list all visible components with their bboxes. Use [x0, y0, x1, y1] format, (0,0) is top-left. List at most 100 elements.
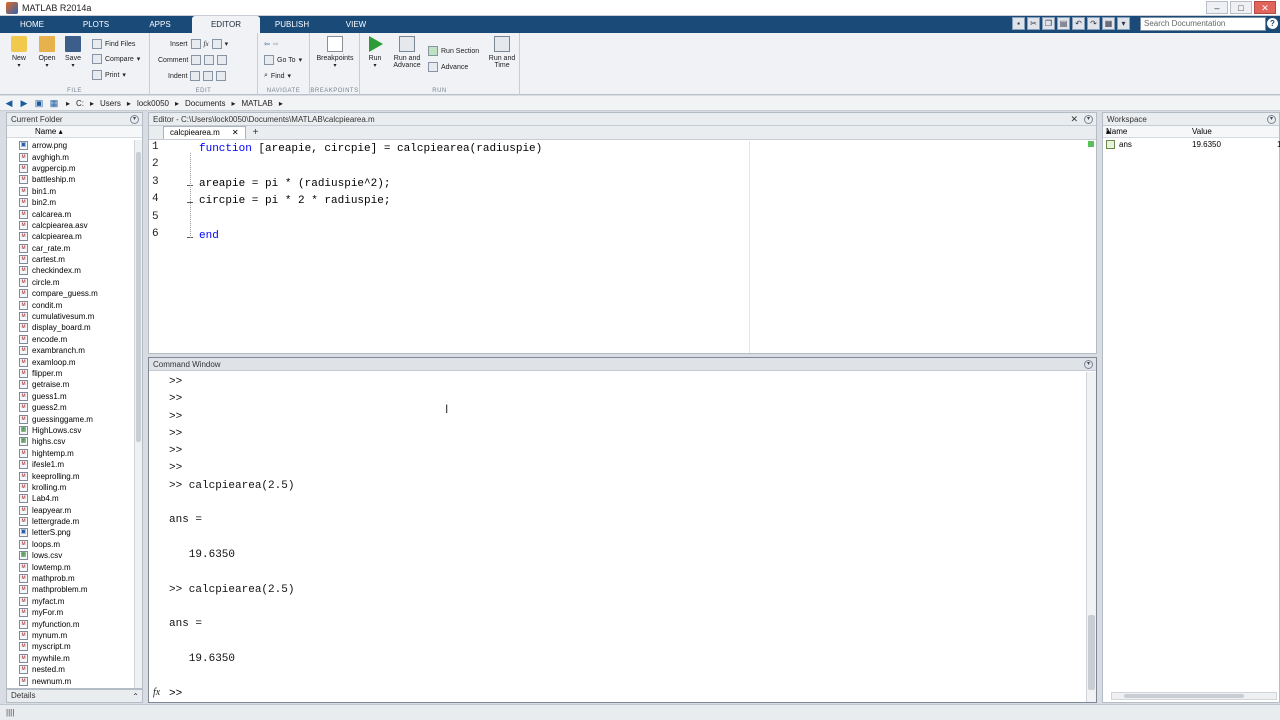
file-item[interactable]: ᴍ display_board.m	[7, 322, 134, 333]
run-button[interactable]: Run ▾	[360, 36, 390, 69]
file-item[interactable]: ᴍ hightemp.m	[7, 448, 134, 459]
editor-file-tab[interactable]: calcpiearea.m ✕	[163, 126, 246, 139]
minimize-button[interactable]: –	[1206, 1, 1228, 14]
file-item[interactable]: ᴍ cartest.m	[7, 254, 134, 265]
editor-actions-icon[interactable]: ▾	[1084, 115, 1093, 124]
file-item[interactable]: ᴍ guess1.m	[7, 391, 134, 402]
file-item[interactable]: ᴍ myfunction.m	[7, 618, 134, 629]
function-browser-icon[interactable]: fx	[153, 687, 160, 698]
file-item[interactable]: ᴍ lettergrade.m	[7, 516, 134, 527]
file-item[interactable]: ▦ HighLows.csv	[7, 425, 134, 436]
up-folder-icon[interactable]: ▣	[33, 98, 45, 109]
file-item[interactable]: ᴍ flipper.m	[7, 368, 134, 379]
name-column-header[interactable]: Name ▴	[7, 126, 142, 138]
command-prompt[interactable]: >>	[169, 688, 182, 700]
advance-button[interactable]: Advance	[428, 61, 468, 73]
file-item[interactable]: ᴍ mathproblem.m	[7, 584, 134, 595]
file-item[interactable]: ᴍ krolling.m	[7, 482, 134, 493]
breakpoints-button[interactable]: Breakpoints ▾	[314, 36, 356, 69]
file-item[interactable]: ᴍ myFor.m	[7, 607, 134, 618]
command-output[interactable]: >> >> >> >> >> >> >> calcpiearea(2.5) ans = 19.…	[169, 374, 1084, 702]
file-item[interactable]: ᴍ getraise.m	[7, 379, 134, 390]
command-scrollbar[interactable]	[1086, 372, 1096, 702]
workspace-actions-icon[interactable]: ▾	[1267, 115, 1276, 124]
redo-icon[interactable]: ↷	[1087, 17, 1100, 30]
workspace-hscrollbar[interactable]	[1111, 692, 1277, 700]
file-item[interactable]: ᴍ mathprob.m	[7, 573, 134, 584]
help-icon[interactable]: ?	[1267, 18, 1278, 29]
maximize-button[interactable]: □	[1230, 1, 1252, 14]
file-item[interactable]: ᴍ calcpiearea.m	[7, 231, 134, 242]
file-item[interactable]: ᴍ cumulativesum.m	[7, 311, 134, 322]
paste-icon[interactable]: ▤	[1057, 17, 1070, 30]
file-item[interactable]: ᴍ guessinggame.m	[7, 413, 134, 424]
file-item[interactable]: ᴍ compare_guess.m	[7, 288, 134, 299]
file-item[interactable]: ▣ arrow.png	[7, 140, 134, 151]
run-and-advance-button[interactable]: Run and Advance	[390, 36, 424, 69]
run-and-time-button[interactable]: Run and Time	[486, 36, 518, 69]
ws-name-column[interactable]: Name ▴	[1106, 126, 1127, 138]
file-item[interactable]: ᴍ leapyear.m	[7, 505, 134, 516]
file-item[interactable]: ᴍ lowtemp.m	[7, 561, 134, 572]
file-item[interactable]: ᴍ examloop.m	[7, 356, 134, 367]
tab-editor[interactable]: EDITOR	[192, 16, 260, 33]
tab-plots[interactable]: PLOTS	[64, 16, 128, 33]
file-item[interactable]: ▦ lows.csv	[7, 550, 134, 561]
folder-scrollbar[interactable]	[134, 140, 142, 688]
file-item[interactable]: ᴍ Lab4.m	[7, 493, 134, 504]
file-item[interactable]: ᴍ bin1.m	[7, 186, 134, 197]
breadcrumb-documents[interactable]: Documents	[185, 99, 225, 108]
switch-windows-icon[interactable]: ▦	[1102, 17, 1115, 30]
tab-publish[interactable]: PUBLISH	[260, 16, 324, 33]
tab-close-icon[interactable]: ✕	[232, 127, 239, 139]
browse-folder-icon[interactable]: ▦	[48, 98, 60, 109]
close-button[interactable]: ✕	[1254, 1, 1276, 14]
file-item[interactable]: ᴍ checkindex.m	[7, 265, 134, 276]
file-item[interactable]: ᴍ myfact.m	[7, 596, 134, 607]
file-item[interactable]: ᴍ mynum.m	[7, 630, 134, 641]
file-item[interactable]: ᴍ condit.m	[7, 299, 134, 310]
file-item[interactable]: ᴍ loops.m	[7, 539, 134, 550]
file-item[interactable]: ᴍ nested.m	[7, 664, 134, 675]
file-item[interactable]: ᴍ car_rate.m	[7, 243, 134, 254]
compare-button[interactable]: Compare ▾	[92, 53, 140, 65]
breadcrumb-users[interactable]: Users	[100, 99, 121, 108]
details-panel-header[interactable]: Details ⌃	[6, 689, 143, 703]
tab-view[interactable]: VIEW	[324, 16, 388, 33]
file-item[interactable]: ᴍ circle.m	[7, 277, 134, 288]
tab-apps[interactable]: APPS	[128, 16, 192, 33]
run-section-button[interactable]: Run Section	[428, 45, 479, 57]
editor-close-icon[interactable]: ✕	[1070, 113, 1078, 126]
tab-home[interactable]: HOME	[0, 16, 64, 33]
undo-icon[interactable]: ↶	[1072, 17, 1085, 30]
file-item[interactable]: ᴍ avghigh.m	[7, 151, 134, 162]
file-item[interactable]: ▦ highs.csv	[7, 436, 134, 447]
cut-icon[interactable]: ✂	[1027, 17, 1040, 30]
breadcrumb-drive[interactable]: C:	[76, 99, 84, 108]
new-tab-button[interactable]: +	[248, 127, 264, 139]
go-to-button[interactable]: Go To ▾	[264, 54, 302, 66]
command-window-actions-icon[interactable]: ▾	[1084, 360, 1093, 369]
save-button[interactable]: Save ▾	[58, 36, 88, 69]
toolbar-dropdown-icon[interactable]: ▾	[1117, 17, 1130, 30]
file-item[interactable]: ᴍ keeprolling.m	[7, 470, 134, 481]
file-item[interactable]: ᴍ bin2.m	[7, 197, 134, 208]
file-item[interactable]: ▣ letterS.png	[7, 527, 134, 538]
file-item[interactable]: ᴍ myscript.m	[7, 641, 134, 652]
back-forward-buttons[interactable]: ⇦ ⇨	[264, 38, 279, 50]
code-analyzer-indicator[interactable]	[1088, 141, 1094, 147]
file-item[interactable]: ᴍ calcarea.m	[7, 208, 134, 219]
expand-icon[interactable]: ⌃	[132, 691, 139, 703]
file-item[interactable]: ᴍ encode.m	[7, 334, 134, 345]
panel-actions-icon[interactable]: ▾	[130, 115, 139, 124]
print-button[interactable]: Print ▾	[92, 69, 126, 81]
back-icon[interactable]: ◀	[3, 98, 15, 109]
workspace-variable-row[interactable]: ans 19.6350 1	[1103, 138, 1280, 151]
find-files-button[interactable]: Find Files	[92, 38, 135, 50]
ws-value-column[interactable]: Value	[1192, 126, 1212, 138]
insert-button[interactable]: Insert fx ▾	[170, 38, 228, 50]
file-item[interactable]: ᴍ mywhile.m	[7, 653, 134, 664]
file-item[interactable]: ᴍ battleship.m	[7, 174, 134, 185]
file-item[interactable]: ᴍ calcpiearea.asv	[7, 220, 134, 231]
breadcrumb-matlab[interactable]: MATLAB	[241, 99, 272, 108]
